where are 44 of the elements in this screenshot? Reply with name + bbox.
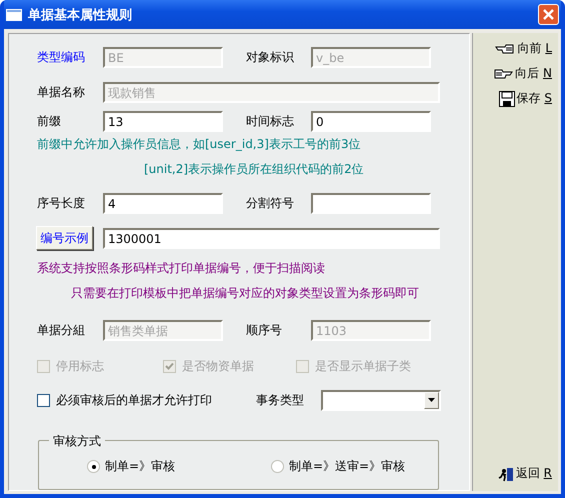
checkbox[interactable] <box>37 394 50 406</box>
pointing-hand-icon <box>495 44 516 54</box>
radio-label: 制单=》送审=》审核 <box>289 458 406 475</box>
field-label: 单据名称 <box>37 84 86 100</box>
field-label: 顺序号 <box>246 322 283 338</box>
field-label: 对象标识 <box>246 48 295 66</box>
toolbar-button[interactable]: 向前 L <box>493 39 554 58</box>
hint-text: [unit,2]表示操作员所在组织代码的前2位 <box>144 161 365 178</box>
field-label: 类型编码 <box>37 48 86 66</box>
field-label: 事务类型 <box>256 392 305 408</box>
checkbox-label: 必须审核后的单据才允许打印 <box>56 392 212 408</box>
return-button[interactable]: 返回 R <box>496 464 554 483</box>
field-label: 序号长度 <box>37 194 86 212</box>
dropdown[interactable] <box>321 390 441 410</box>
field-label: 前缀 <box>37 112 62 130</box>
text-field[interactable] <box>311 192 431 214</box>
window-icon <box>6 8 22 20</box>
close-button[interactable] <box>538 4 559 25</box>
pointing-hand-icon <box>493 68 514 78</box>
group-title: 审核方式 <box>49 433 105 450</box>
text-field[interactable]: 0 <box>311 110 431 132</box>
hint-text: 前缀中允许加入操作员信息，如[user_id,3]表示工号的前3位 <box>37 136 362 153</box>
toolbar-button[interactable]: 保存 S <box>496 89 554 108</box>
radio-button[interactable] <box>87 460 100 473</box>
person-door-icon <box>498 466 514 482</box>
hint-text: 系统支持按照条形码样式打印单据编号，便于扫描阅读 <box>37 260 326 277</box>
checkbox-label: 是否显示单据子类 <box>315 358 411 374</box>
hint-text: 只需要在打印模板中把单据编号对应的对象类型设置为条形码即可 <box>71 285 420 302</box>
window-title: 单据基本属性规则 <box>28 6 133 24</box>
text-field[interactable]: 4 <box>103 192 223 214</box>
checkbox-label: 是否物资单据 <box>182 358 254 374</box>
radio-button[interactable] <box>271 460 284 473</box>
text-field[interactable]: 13 <box>103 110 223 132</box>
text-field[interactable]: 1300001 <box>103 228 440 248</box>
save-icon <box>498 90 515 106</box>
field-label: 时间标志 <box>246 112 295 130</box>
number-example-button[interactable]: 编号示例 <box>36 226 93 250</box>
close-icon <box>543 9 554 20</box>
field-label: 单据分組 <box>37 322 86 338</box>
field-label: 分割符号 <box>246 194 295 212</box>
checkbox-label: 停用标志 <box>56 358 104 374</box>
caret-icon <box>428 398 435 402</box>
radio-label: 制单=》审核 <box>105 458 176 475</box>
toolbar-button[interactable]: 向后 N <box>491 64 554 83</box>
